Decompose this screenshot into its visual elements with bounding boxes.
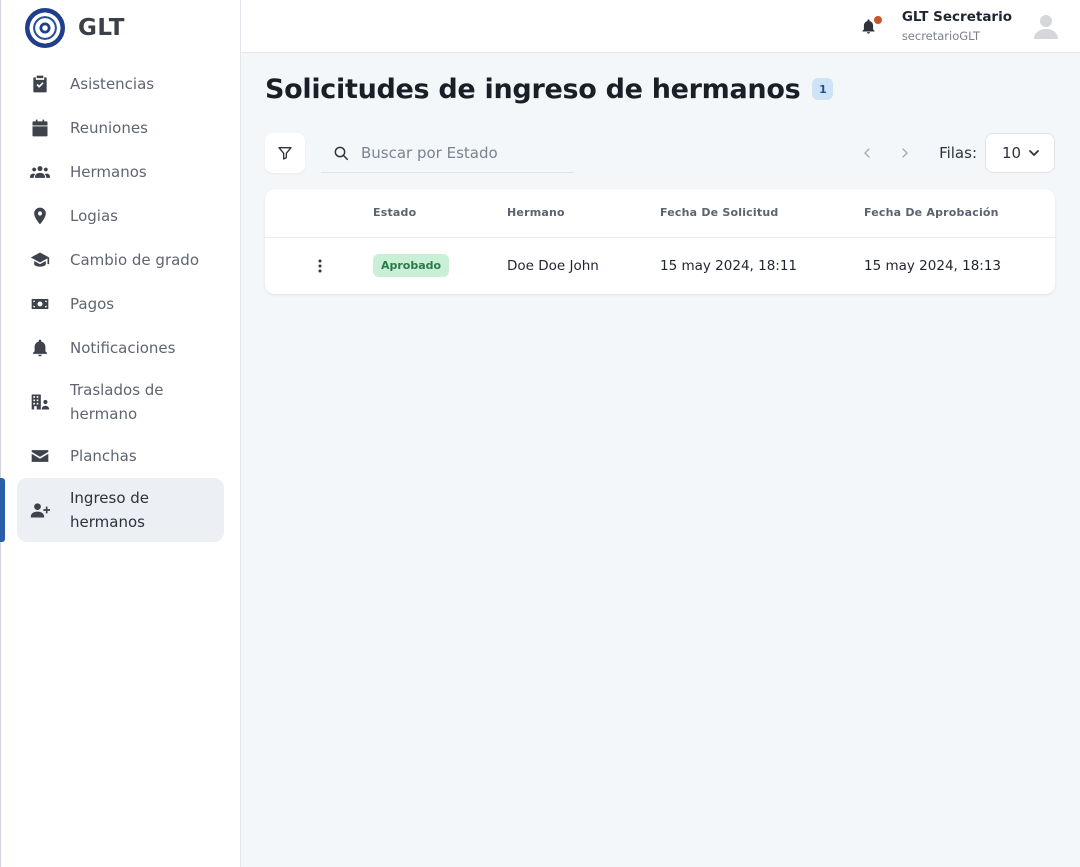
search-input[interactable] bbox=[361, 143, 561, 162]
more-vertical-icon bbox=[318, 259, 322, 273]
brand-logo bbox=[25, 8, 65, 48]
sidebar-item-notificaciones[interactable]: Notificaciones bbox=[17, 326, 224, 370]
bell-icon bbox=[29, 337, 51, 359]
toolbar: Filas: 10 bbox=[265, 133, 1055, 173]
building-user-icon bbox=[29, 391, 51, 413]
graduation-cap-icon bbox=[29, 249, 51, 271]
sidebar-item-ingreso-de-hermanos[interactable]: Ingreso de hermanos bbox=[0, 478, 224, 542]
sidebar-item-planchas[interactable]: Planchas bbox=[17, 434, 224, 478]
rows-per-page-value: 10 bbox=[1002, 144, 1022, 162]
search-box bbox=[321, 133, 573, 173]
column-header-estado[interactable]: Estado bbox=[373, 189, 507, 238]
next-page-button[interactable] bbox=[893, 141, 917, 165]
sidebar-item-label: Traslados de hermano bbox=[70, 381, 164, 423]
column-header-fecha-solicitud[interactable]: Fecha De Solicitud bbox=[660, 189, 864, 238]
active-indicator bbox=[0, 478, 5, 542]
map-pin-icon bbox=[29, 205, 51, 227]
sidebar-item-label: Pagos bbox=[70, 295, 115, 313]
users-icon bbox=[29, 161, 51, 183]
notifications-button[interactable] bbox=[858, 14, 882, 38]
calendar-icon bbox=[29, 117, 51, 139]
sidebar-item-pagos[interactable]: Pagos bbox=[17, 282, 224, 326]
content: Solicitudes de ingreso de hermanos 1 Bus… bbox=[241, 53, 1080, 294]
column-header-fecha-aprobacion[interactable]: Fecha De Aprobación bbox=[864, 189, 1055, 238]
filter-icon bbox=[278, 147, 292, 160]
sidebar-item-label: Logias bbox=[70, 207, 118, 225]
fecha-solicitud-cell: 15 may 2024, 18:11 bbox=[660, 257, 798, 274]
user-info: GLT Secretario secretarioGLT bbox=[902, 9, 1012, 43]
user-plus-icon bbox=[29, 499, 51, 521]
chevron-left-icon bbox=[864, 148, 870, 158]
row-menu-button[interactable] bbox=[308, 254, 332, 278]
topbar: GLT Secretario secretarioGLT bbox=[241, 0, 1080, 53]
sidebar-item-label: Asistencias bbox=[70, 75, 155, 93]
chevron-right-icon bbox=[902, 148, 908, 158]
page-title: Solicitudes de ingreso de hermanos bbox=[265, 73, 801, 105]
sidebar-item-label: Reuniones bbox=[70, 119, 148, 137]
hermano-cell: Doe Doe John bbox=[507, 257, 599, 274]
brand: GLT bbox=[1, 0, 240, 56]
estado-cell: Aprobado bbox=[373, 237, 507, 294]
sidebar: GLT Asistencias Reuniones Hermanos Logia… bbox=[0, 0, 241, 867]
column-header-hermano[interactable]: Hermano bbox=[507, 189, 660, 238]
user-name: GLT Secretario bbox=[901, 9, 1012, 25]
brand-name: GLT bbox=[78, 15, 125, 41]
fecha-aprobacion-cell: 15 may 2024, 18:13 bbox=[864, 257, 1002, 274]
status-badge: Aprobado bbox=[373, 254, 450, 278]
sidebar-item-label: Planchas bbox=[70, 447, 137, 465]
sidebar-item-hermanos[interactable]: Hermanos bbox=[17, 150, 224, 194]
filter-button[interactable] bbox=[265, 133, 305, 173]
main: GLT Secretario secretarioGLT Solicitudes… bbox=[241, 0, 1080, 867]
sidebar-item-logias[interactable]: Logias bbox=[17, 194, 224, 238]
sidebar-nav: Asistencias Reuniones Hermanos Logias Ca… bbox=[0, 56, 240, 542]
sidebar-item-reuniones[interactable]: Reuniones bbox=[17, 106, 224, 150]
sidebar-item-asistencias[interactable]: Asistencias bbox=[17, 62, 224, 106]
table-header-row: Estado Hermano Fecha De Solicitud Fecha … bbox=[265, 189, 1055, 238]
rows-per-page-select[interactable]: 10 bbox=[985, 133, 1055, 173]
requests-table: Estado Hermano Fecha De Solicitud Fecha … bbox=[265, 189, 1055, 294]
count-badge: 1 bbox=[812, 78, 834, 100]
chevron-down-icon bbox=[1029, 150, 1039, 156]
rows-label: Filas: bbox=[939, 144, 977, 162]
notification-dot bbox=[873, 16, 882, 24]
search-icon bbox=[334, 146, 349, 160]
envelope-icon bbox=[29, 445, 51, 467]
money-bill-icon bbox=[29, 293, 51, 315]
sidebar-item-label: Notificaciones bbox=[70, 339, 176, 357]
clipboard-check-icon bbox=[29, 73, 51, 95]
title-row: Solicitudes de ingreso de hermanos 1 bbox=[265, 71, 1055, 107]
avatar[interactable] bbox=[1032, 12, 1060, 40]
table-row: Aprobado Doe Doe John 15 may 2024, 18:11… bbox=[265, 237, 1055, 294]
user-handle: secretarioGLT bbox=[901, 29, 981, 43]
row-actions-cell bbox=[265, 237, 373, 294]
column-header-actions bbox=[265, 189, 373, 238]
requests-table-card: Estado Hermano Fecha De Solicitud Fecha … bbox=[265, 189, 1055, 294]
user-avatar-icon bbox=[1034, 15, 1058, 39]
sidebar-item-label: Hermanos bbox=[70, 163, 147, 181]
sidebar-item-cambio-de-grado[interactable]: Cambio de grado bbox=[17, 238, 224, 282]
prev-page-button[interactable] bbox=[855, 141, 879, 165]
sidebar-item-traslados[interactable]: Traslados de hermano bbox=[17, 370, 224, 434]
sidebar-item-label: Ingreso de hermanos bbox=[70, 489, 150, 531]
sidebar-item-label: Cambio de grado bbox=[70, 251, 200, 269]
